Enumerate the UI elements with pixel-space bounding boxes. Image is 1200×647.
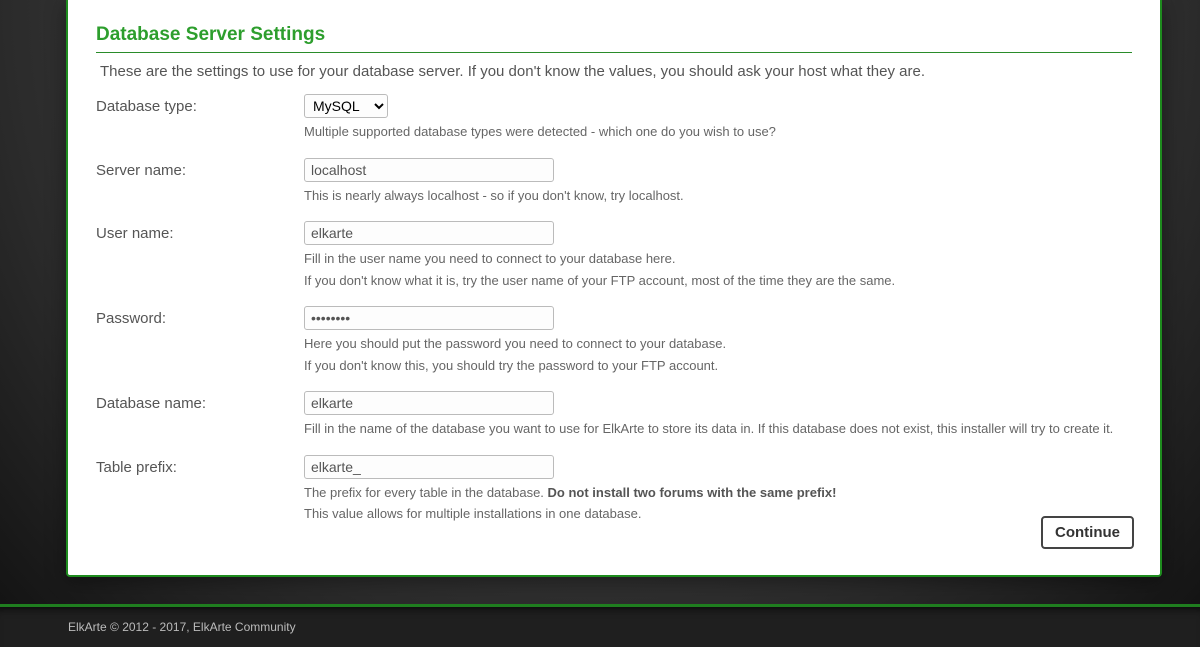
row-table-prefix: Table prefix: The prefix for every table…	[96, 455, 1132, 524]
label-table-prefix: Table prefix:	[96, 455, 304, 476]
divider	[96, 52, 1132, 53]
hint-password-2: If you don't know this, you should try t…	[304, 356, 1132, 376]
password-input[interactable]	[304, 306, 554, 330]
db-name-input[interactable]	[304, 391, 554, 415]
row-password: Password: Here you should put the passwo…	[96, 306, 1132, 375]
db-type-select[interactable]: MySQL	[304, 94, 388, 118]
user-name-input[interactable]	[304, 221, 554, 245]
footer: ElkArte © 2012 - 2017, ElkArte Community	[0, 604, 1200, 647]
row-db-type: Database type: MySQL Multiple supported …	[96, 94, 1132, 142]
hint-db-name: Fill in the name of the database you wan…	[304, 419, 1132, 439]
row-server-name: Server name: This is nearly always local…	[96, 158, 1132, 206]
intro-text: These are the settings to use for your d…	[100, 63, 1132, 80]
hint-prefix-strong: Do not install two forums with the same …	[548, 485, 837, 500]
hint-table-prefix-2: This value allows for multiple installat…	[304, 504, 1132, 524]
label-password: Password:	[96, 306, 304, 327]
hint-prefix-text: The prefix for every table in the databa…	[304, 485, 548, 500]
row-user-name: User name: Fill in the user name you nee…	[96, 221, 1132, 290]
hint-password-1: Here you should put the password you nee…	[304, 334, 1132, 354]
table-prefix-input[interactable]	[304, 455, 554, 479]
label-db-name: Database name:	[96, 391, 304, 412]
settings-form: Database type: MySQL Multiple supported …	[96, 94, 1132, 524]
hint-db-type: Multiple supported database types were d…	[304, 122, 1132, 142]
row-db-name: Database name: Fill in the name of the d…	[96, 391, 1132, 439]
hint-table-prefix-1: The prefix for every table in the databa…	[304, 483, 1132, 503]
footer-text: ElkArte © 2012 - 2017, ElkArte Community	[68, 620, 296, 634]
continue-button[interactable]: Continue	[1041, 516, 1134, 549]
page-title: Database Server Settings	[96, 0, 1132, 52]
label-user-name: User name:	[96, 221, 304, 242]
hint-user-name-2: If you don't know what it is, try the us…	[304, 271, 1132, 291]
settings-panel: Database Server Settings These are the s…	[66, 0, 1162, 577]
actions: Continue	[1041, 516, 1134, 549]
label-db-type: Database type:	[96, 94, 304, 115]
label-server-name: Server name:	[96, 158, 304, 179]
hint-server-name: This is nearly always localhost - so if …	[304, 186, 1132, 206]
hint-user-name-1: Fill in the user name you need to connec…	[304, 249, 1132, 269]
server-name-input[interactable]	[304, 158, 554, 182]
